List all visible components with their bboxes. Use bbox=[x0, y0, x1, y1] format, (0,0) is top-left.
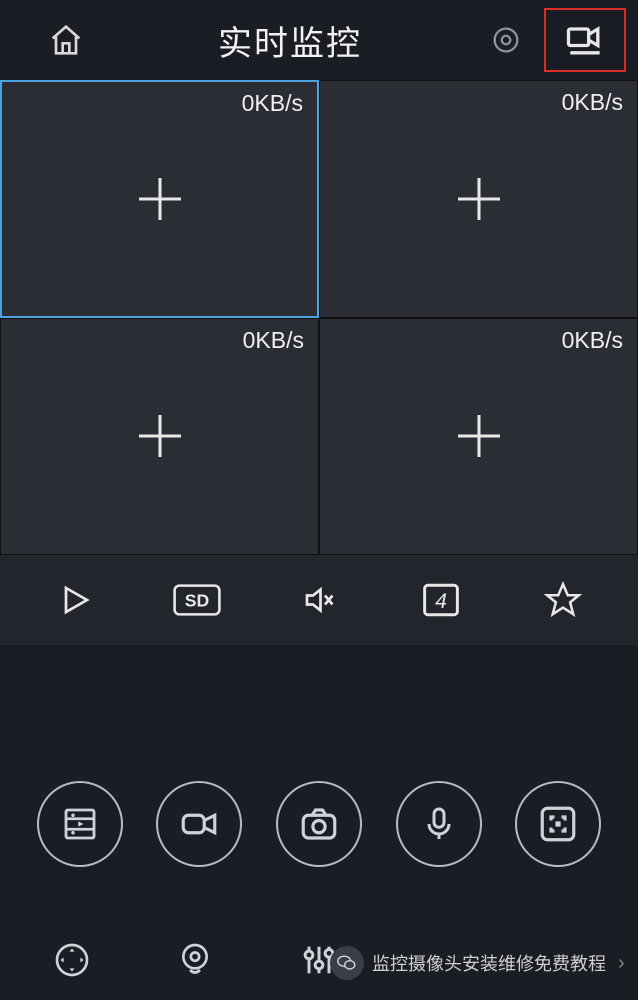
settings-button[interactable] bbox=[486, 20, 526, 60]
chevron-right-icon: › bbox=[618, 952, 625, 975]
snapshot-button[interactable] bbox=[276, 781, 362, 867]
favorite-button[interactable] bbox=[535, 572, 591, 628]
wechat-icon bbox=[330, 946, 364, 980]
quality-button[interactable]: SD bbox=[169, 572, 225, 628]
add-camera-icon[interactable] bbox=[132, 171, 188, 227]
svg-text:SD: SD bbox=[185, 590, 209, 610]
bitrate-label: 0KB/s bbox=[242, 90, 303, 117]
add-camera-icon[interactable] bbox=[451, 408, 507, 464]
action-buttons-row bbox=[0, 755, 638, 893]
bitrate-label: 0KB/s bbox=[243, 327, 304, 354]
video-cell[interactable]: 0KB/s bbox=[319, 318, 638, 556]
home-button[interactable] bbox=[46, 20, 94, 60]
capture-video-button[interactable] bbox=[156, 781, 242, 867]
record-video-button[interactable] bbox=[37, 781, 123, 867]
play-button[interactable] bbox=[47, 572, 103, 628]
header-actions bbox=[486, 8, 626, 72]
page-title: 实时监控 bbox=[94, 16, 486, 65]
video-cell[interactable]: 0KB/s bbox=[0, 80, 319, 318]
ptz-button[interactable] bbox=[48, 936, 96, 984]
video-cell[interactable]: 0KB/s bbox=[319, 80, 638, 318]
svg-text:4: 4 bbox=[435, 589, 447, 613]
video-grid: 0KB/s 0KB/s 0KB/s 0KB/s bbox=[0, 80, 638, 555]
video-cell[interactable]: 0KB/s bbox=[0, 318, 319, 556]
fullscreen-button[interactable] bbox=[515, 781, 601, 867]
wechat-notification[interactable]: 监控摄像头安装维修免费教程 › bbox=[330, 946, 625, 980]
spacer bbox=[0, 645, 638, 755]
mute-button[interactable] bbox=[291, 572, 347, 628]
layout-button[interactable]: 4 bbox=[413, 572, 469, 628]
bitrate-label: 0KB/s bbox=[562, 89, 623, 116]
add-camera-icon[interactable] bbox=[451, 171, 507, 227]
bitrate-label: 0KB/s bbox=[562, 327, 623, 354]
camera-mode-button[interactable] bbox=[544, 8, 626, 72]
playback-controls: SD 4 bbox=[0, 555, 638, 645]
microphone-button[interactable] bbox=[396, 781, 482, 867]
notification-text: 监控摄像头安装维修免费教程 bbox=[372, 950, 606, 976]
add-camera-icon[interactable] bbox=[132, 408, 188, 464]
app-header: 实时监控 bbox=[0, 0, 638, 80]
fisheye-button[interactable] bbox=[171, 936, 219, 984]
